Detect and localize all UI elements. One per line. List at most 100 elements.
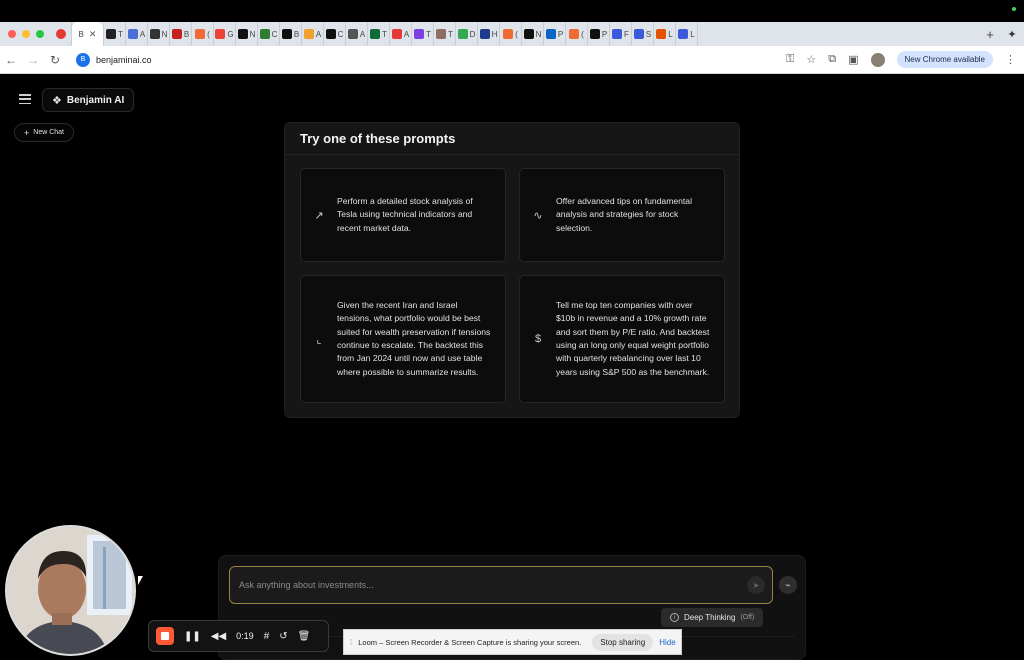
prompt-text: Tell me top ten companies with over $10b… [556, 299, 710, 377]
mouse-cursor [138, 576, 143, 585]
webcam-bubble[interactable] [5, 525, 136, 656]
favicon-icon [281, 29, 292, 39]
profile-avatar[interactable] [870, 52, 885, 67]
site-info-icon[interactable]: B [76, 52, 90, 67]
browser-tab[interactable]: P [544, 22, 566, 46]
deep-thinking-label: Deep Thinking [684, 613, 736, 622]
pause-icon[interactable]: ❚❚ [184, 631, 201, 642]
browser-tab[interactable]: N [236, 22, 258, 46]
extensions-icon[interactable]: ⧉ [828, 53, 836, 66]
ask-input[interactable] [229, 566, 773, 604]
sharing-message: Loom – Screen Recorder & Screen Capture … [358, 637, 582, 647]
favicon-icon [195, 29, 206, 39]
favicon-icon [237, 29, 248, 39]
prompt-card[interactable]: ⌞ Given the recent Iran and Israel tensi… [300, 275, 506, 403]
browser-tab[interactable]: T [434, 22, 456, 46]
recording-time: 0:19 [236, 631, 254, 641]
rewind-icon[interactable]: ◀◀ [211, 631, 226, 642]
new-tab-button[interactable]: + [980, 27, 1000, 42]
favicon-icon [259, 29, 270, 39]
browser-tab[interactable]: P [588, 22, 610, 46]
deep-thinking-toggle[interactable]: i Deep Thinking (Off) [661, 608, 764, 627]
tab-strip: B ✕ T A N B (G N C B A C A T A T T D H (N P (P F S L L + ✦ [0, 22, 1024, 46]
reload-button[interactable]: ↻ [44, 53, 66, 67]
favicon-icon [633, 29, 644, 39]
brand-logo-button[interactable]: ❖ Benjamin AI [42, 88, 135, 112]
browser-tab[interactable]: C [324, 22, 346, 46]
bookmark-star-icon[interactable]: ☆ [806, 53, 816, 66]
hide-link[interactable]: Hide [659, 638, 675, 647]
stop-sharing-button[interactable]: Stop sharing [592, 633, 654, 651]
browser-tab[interactable]: A [302, 22, 324, 46]
trash-icon[interactable]: 🗑 [298, 631, 311, 642]
browser-tab[interactable]: G [214, 22, 236, 46]
send-icon[interactable]: ➤ [747, 576, 765, 594]
dollar-icon: $ [534, 333, 542, 345]
tab-label: S [645, 29, 652, 39]
tab-active[interactable]: B ✕ [72, 22, 104, 46]
prompt-card[interactable]: $ Tell me top ten companies with over $1… [519, 275, 725, 403]
browser-tab[interactable]: ( [566, 22, 588, 46]
prompt-card[interactable]: ↗ Perform a detailed stock analysis of T… [300, 168, 506, 262]
tab-pinned[interactable] [50, 22, 72, 46]
stop-recording-button[interactable] [156, 627, 174, 645]
attach-icon[interactable]: ⌁ [779, 576, 797, 594]
browser-tab[interactable]: H [478, 22, 500, 46]
minimize-window-button[interactable] [22, 30, 30, 38]
tab-label: N [535, 29, 542, 39]
brand-name: Benjamin AI [66, 94, 125, 106]
new-chat-button[interactable]: + New Chat [14, 123, 74, 142]
tab-label: B [183, 29, 190, 39]
new-chat-label: New Chat [33, 129, 64, 136]
drag-handle-icon[interactable]: ⁞ [350, 638, 352, 647]
browser-tab[interactable]: C [258, 22, 280, 46]
more-menu-icon[interactable]: ⋮ [1005, 53, 1016, 66]
browser-tab[interactable]: N [148, 22, 170, 46]
browser-tab[interactable]: F [610, 22, 632, 46]
favicon-icon [523, 29, 534, 39]
tab-label: ( [515, 29, 518, 39]
browser-tab[interactable]: A [126, 22, 148, 46]
browser-tab[interactable]: B [280, 22, 302, 46]
close-tab-icon[interactable]: ✕ [89, 29, 97, 40]
browser-tab[interactable]: A [390, 22, 412, 46]
favicon-icon [347, 29, 358, 39]
browser-tab[interactable]: ( [500, 22, 522, 46]
tab-label: N [161, 29, 168, 39]
grid-icon[interactable]: # [264, 631, 270, 642]
restart-icon[interactable]: ↺ [279, 631, 287, 642]
browser-tab[interactable]: S [632, 22, 654, 46]
brand-mark-icon: ❖ [52, 94, 62, 107]
browser-tab[interactable]: T [412, 22, 434, 46]
menu-strip [0, 0, 1024, 22]
tab-label: B [293, 29, 300, 39]
side-panel-icon[interactable]: ▣ [848, 53, 858, 66]
browser-tab[interactable]: T [368, 22, 390, 46]
tab-label: B [78, 29, 84, 39]
browser-tab[interactable]: B [170, 22, 192, 46]
browser-tab[interactable]: L [676, 22, 698, 46]
plus-icon: + [24, 127, 30, 138]
deep-thinking-state: (Off) [740, 614, 755, 621]
back-button[interactable]: ← [0, 53, 22, 67]
browser-tab[interactable]: T [104, 22, 126, 46]
favicon-icon [436, 29, 447, 39]
prompts-title: Try one of these prompts [300, 131, 456, 146]
trending-up-icon: ↗ [314, 209, 324, 222]
close-window-button[interactable] [8, 30, 16, 38]
address-bar[interactable]: B benjaminai.co [76, 49, 786, 71]
maximize-window-button[interactable] [36, 30, 44, 38]
browser-tab[interactable]: N [522, 22, 544, 46]
forward-button[interactable]: → [22, 53, 44, 67]
tab-label: T [382, 29, 387, 39]
tab-search-icon[interactable]: ✦ [1000, 28, 1024, 41]
password-key-icon[interactable]: ⚿ [786, 53, 794, 66]
favicon-icon [149, 29, 160, 39]
prompt-card[interactable]: ∿ Offer advanced tips on fundamental ana… [519, 168, 725, 262]
browser-tab[interactable]: ( [192, 22, 214, 46]
menu-icon[interactable] [19, 94, 31, 104]
update-chrome-button[interactable]: New Chrome available [896, 51, 993, 68]
browser-tab[interactable]: L [654, 22, 676, 46]
browser-tab[interactable]: A [346, 22, 368, 46]
browser-tab[interactable]: D [456, 22, 478, 46]
